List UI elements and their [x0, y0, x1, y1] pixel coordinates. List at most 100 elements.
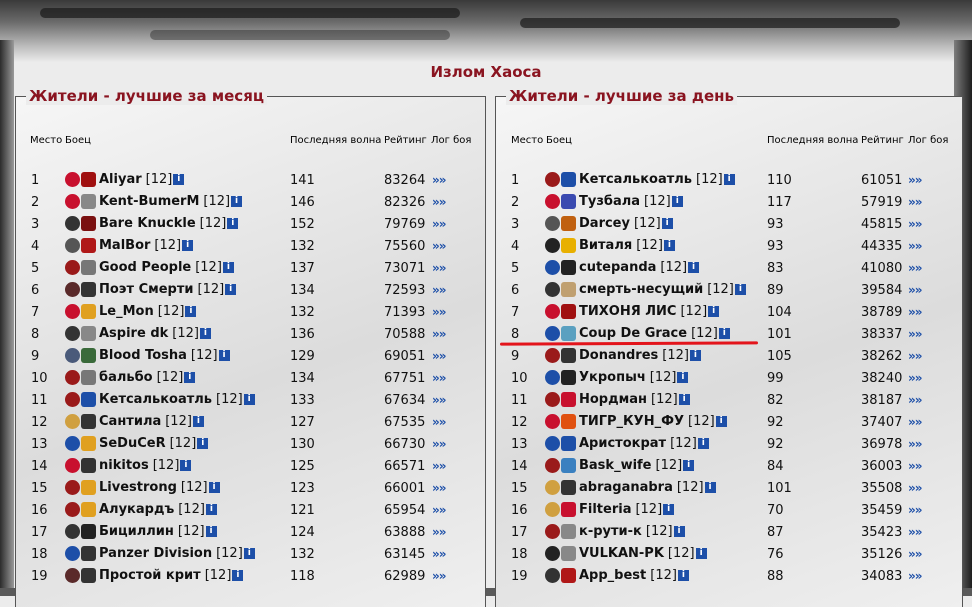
battle-log-link[interactable]: »»: [432, 239, 446, 253]
clan-badge-icon[interactable]: [81, 524, 96, 539]
align-badge-icon[interactable]: [545, 216, 560, 231]
info-icon[interactable]: i: [695, 548, 707, 559]
align-badge-icon[interactable]: [545, 348, 560, 363]
battle-log-link[interactable]: »»: [908, 481, 922, 495]
clan-badge-icon[interactable]: [81, 568, 96, 583]
fighter-nick-link[interactable]: cutepanda: [579, 260, 656, 275]
fighter-nick-link[interactable]: Bare Knuckle: [99, 216, 196, 231]
fighter-nick-link[interactable]: Бициллин: [99, 524, 174, 539]
clan-badge-icon[interactable]: [81, 370, 96, 385]
align-badge-icon[interactable]: [545, 172, 560, 187]
align-badge-icon[interactable]: [65, 480, 80, 495]
fighter-nick-link[interactable]: Kent-BumerM: [99, 194, 199, 209]
clan-badge-icon[interactable]: [81, 194, 96, 209]
battle-log-link[interactable]: »»: [908, 371, 922, 385]
battle-log-link[interactable]: »»: [908, 503, 922, 517]
battle-log-link[interactable]: »»: [908, 393, 922, 407]
battle-log-link[interactable]: »»: [432, 459, 446, 473]
align-badge-icon[interactable]: [545, 392, 560, 407]
align-badge-icon[interactable]: [65, 348, 80, 363]
clan-badge-icon[interactable]: [561, 568, 576, 583]
clan-badge-icon[interactable]: [81, 392, 96, 407]
info-icon[interactable]: i: [205, 504, 217, 515]
info-icon[interactable]: i: [231, 196, 243, 207]
clan-badge-icon[interactable]: [81, 546, 96, 561]
battle-log-link[interactable]: »»: [432, 393, 446, 407]
align-badge-icon[interactable]: [545, 304, 560, 319]
fighter-nick-link[interactable]: Donandres: [579, 348, 658, 363]
clan-badge-icon[interactable]: [81, 238, 96, 253]
info-icon[interactable]: i: [173, 174, 185, 185]
info-icon[interactable]: i: [192, 416, 204, 427]
fighter-nick-link[interactable]: Нордман: [579, 392, 647, 407]
info-icon[interactable]: i: [243, 548, 255, 559]
battle-log-link[interactable]: »»: [432, 569, 446, 583]
align-badge-icon[interactable]: [545, 326, 560, 341]
battle-log-link[interactable]: »»: [432, 195, 446, 209]
battle-log-link[interactable]: »»: [908, 327, 922, 341]
fighter-nick-link[interactable]: Le_Mon: [99, 304, 154, 319]
align-badge-icon[interactable]: [545, 546, 560, 561]
battle-log-link[interactable]: »»: [908, 459, 922, 473]
battle-log-link[interactable]: »»: [432, 349, 446, 363]
fighter-nick-link[interactable]: nikitos: [99, 458, 149, 473]
battle-log-link[interactable]: »»: [908, 437, 922, 451]
align-badge-icon[interactable]: [545, 282, 560, 297]
battle-log-link[interactable]: »»: [908, 283, 922, 297]
info-icon[interactable]: i: [184, 372, 196, 383]
info-icon[interactable]: i: [663, 240, 675, 251]
battle-log-link[interactable]: »»: [432, 327, 446, 341]
fighter-nick-link[interactable]: Виталя: [579, 238, 632, 253]
fighter-nick-link[interactable]: Aspire dk: [99, 326, 168, 341]
align-badge-icon[interactable]: [545, 502, 560, 517]
battle-log-link[interactable]: »»: [432, 547, 446, 561]
align-badge-icon[interactable]: [545, 414, 560, 429]
clan-badge-icon[interactable]: [561, 370, 576, 385]
battle-log-link[interactable]: »»: [432, 305, 446, 319]
info-icon[interactable]: i: [199, 328, 211, 339]
align-badge-icon[interactable]: [545, 238, 560, 253]
info-icon[interactable]: i: [225, 284, 237, 295]
battle-log-link[interactable]: »»: [908, 239, 922, 253]
info-icon[interactable]: i: [185, 306, 197, 317]
align-badge-icon[interactable]: [545, 458, 560, 473]
info-icon[interactable]: i: [671, 196, 683, 207]
align-badge-icon[interactable]: [65, 392, 80, 407]
clan-badge-icon[interactable]: [561, 326, 576, 341]
fighter-nick-link[interactable]: к-рути-к: [579, 524, 642, 539]
battle-log-link[interactable]: »»: [908, 195, 922, 209]
align-badge-icon[interactable]: [65, 502, 80, 517]
clan-badge-icon[interactable]: [561, 480, 576, 495]
info-icon[interactable]: i: [182, 240, 194, 251]
info-icon[interactable]: i: [222, 262, 234, 273]
info-icon[interactable]: i: [218, 350, 230, 361]
clan-badge-icon[interactable]: [81, 502, 96, 517]
battle-log-link[interactable]: »»: [908, 525, 922, 539]
info-icon[interactable]: i: [677, 372, 689, 383]
clan-badge-icon[interactable]: [561, 216, 576, 231]
clan-badge-icon[interactable]: [81, 260, 96, 275]
clan-badge-icon[interactable]: [81, 326, 96, 341]
clan-badge-icon[interactable]: [81, 282, 96, 297]
battle-log-link[interactable]: »»: [432, 217, 446, 231]
battle-log-link[interactable]: »»: [908, 261, 922, 275]
align-badge-icon[interactable]: [545, 480, 560, 495]
clan-badge-icon[interactable]: [81, 436, 96, 451]
info-icon[interactable]: i: [243, 394, 255, 405]
clan-badge-icon[interactable]: [81, 348, 96, 363]
info-icon[interactable]: i: [688, 262, 700, 273]
fighter-nick-link[interactable]: Blood Tosha: [99, 348, 187, 363]
fighter-nick-link[interactable]: бальбо: [99, 370, 153, 385]
clan-badge-icon[interactable]: [561, 348, 576, 363]
fighter-nick-link[interactable]: Livestrong: [99, 480, 177, 495]
clan-badge-icon[interactable]: [561, 260, 576, 275]
align-badge-icon[interactable]: [65, 260, 80, 275]
info-icon[interactable]: i: [708, 306, 720, 317]
info-icon[interactable]: i: [697, 438, 709, 449]
align-badge-icon[interactable]: [65, 282, 80, 297]
info-icon[interactable]: i: [678, 394, 690, 405]
fighter-nick-link[interactable]: ТИХОНЯ ЛИС: [579, 304, 676, 319]
fighter-nick-link[interactable]: смерть-несущий: [579, 282, 703, 297]
clan-badge-icon[interactable]: [561, 458, 576, 473]
fighter-nick-link[interactable]: MalBor: [99, 238, 150, 253]
